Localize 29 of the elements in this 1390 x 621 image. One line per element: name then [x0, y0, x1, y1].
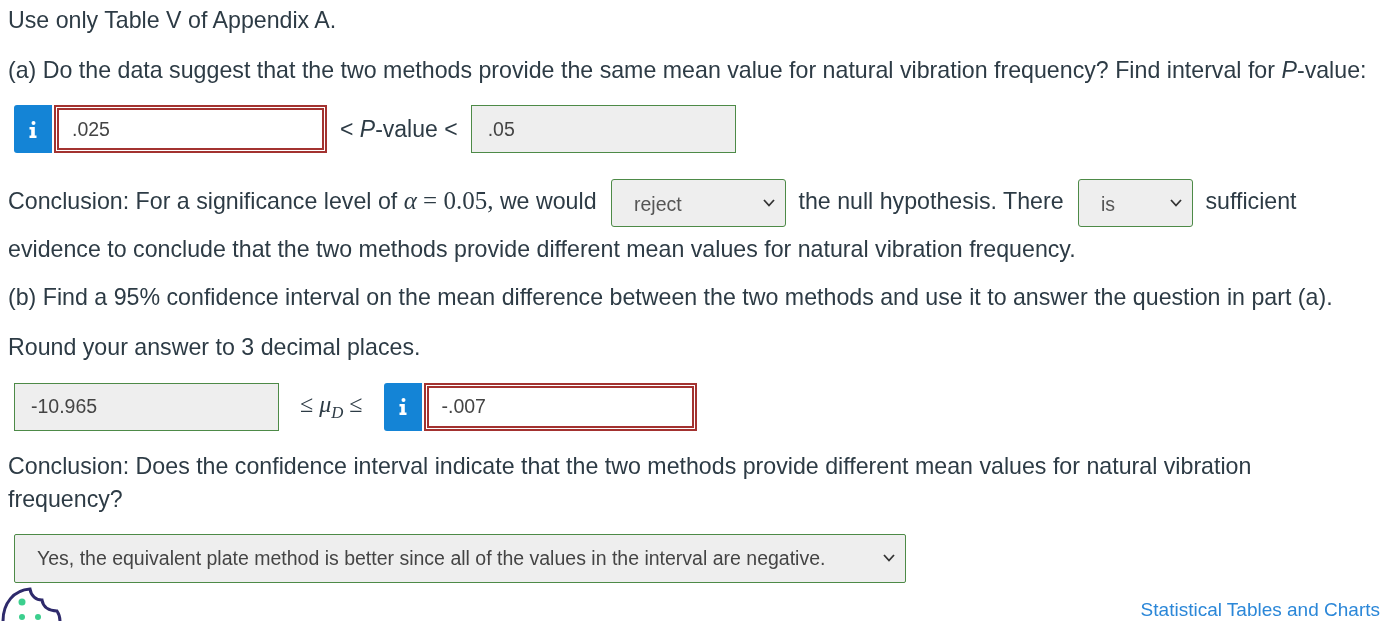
answer-dropdown[interactable]: reject [611, 178, 786, 227]
conclusion-question: Conclusion: Does the confidence interval indicate that the two methods provide different mean values for natural vibration frequency? [8, 451, 1253, 514]
answer-field[interactable]: .025 [54, 105, 327, 153]
caret-icon [1170, 198, 1182, 207]
answer-field[interactable]: .05 [470, 105, 736, 153]
cookie-icon[interactable] [0, 587, 62, 621]
caret-icon [763, 198, 775, 207]
conclusion-text: we would [499, 188, 597, 214]
instruction-text: Use only Table V of Appendix A. [8, 6, 338, 35]
conclusion-text: evidence to conclude that the two methods provide different mean values for natural vibration frequency. [8, 235, 1076, 262]
conclusion-text: Conclusion: For a significance level of [8, 188, 398, 214]
inequality-expression: ≤ μ$_{D}$ ≤ [300, 390, 363, 423]
math-expression: α = 0.05, [403, 187, 494, 214]
question-text: (b) Find a 95% confidence interval on the mean difference between the two methods and use it to answer the question in part (a). [8, 282, 1334, 312]
conclusion-text: the null hypothesis. There [798, 188, 1064, 214]
info-icon [398, 398, 407, 416]
answer-dropdown[interactable]: is [1078, 178, 1193, 227]
answer-field[interactable]: -10.965 [14, 382, 279, 431]
answer-field[interactable]: -.007 [423, 382, 697, 431]
instruction-text: Round your answer to 3 decimal places. [8, 332, 422, 362]
tables-link[interactable]: Statistical Tables and Charts [1140, 599, 1380, 621]
info-icon [29, 120, 37, 138]
info-button[interactable] [383, 382, 422, 431]
conclusion-text: sufficient [1205, 188, 1297, 214]
caret-icon [883, 554, 895, 563]
answer-dropdown[interactable]: Yes, the equivalent plate method is better since all of the values in the interval are negative. [14, 533, 906, 583]
inequality-label: < P-value < [340, 115, 458, 143]
question-text: (a) Do the data suggest that the two methods provide the same mean value for natural vibration frequency? Find interval for P-value: [8, 56, 1368, 85]
info-button[interactable] [14, 105, 52, 153]
